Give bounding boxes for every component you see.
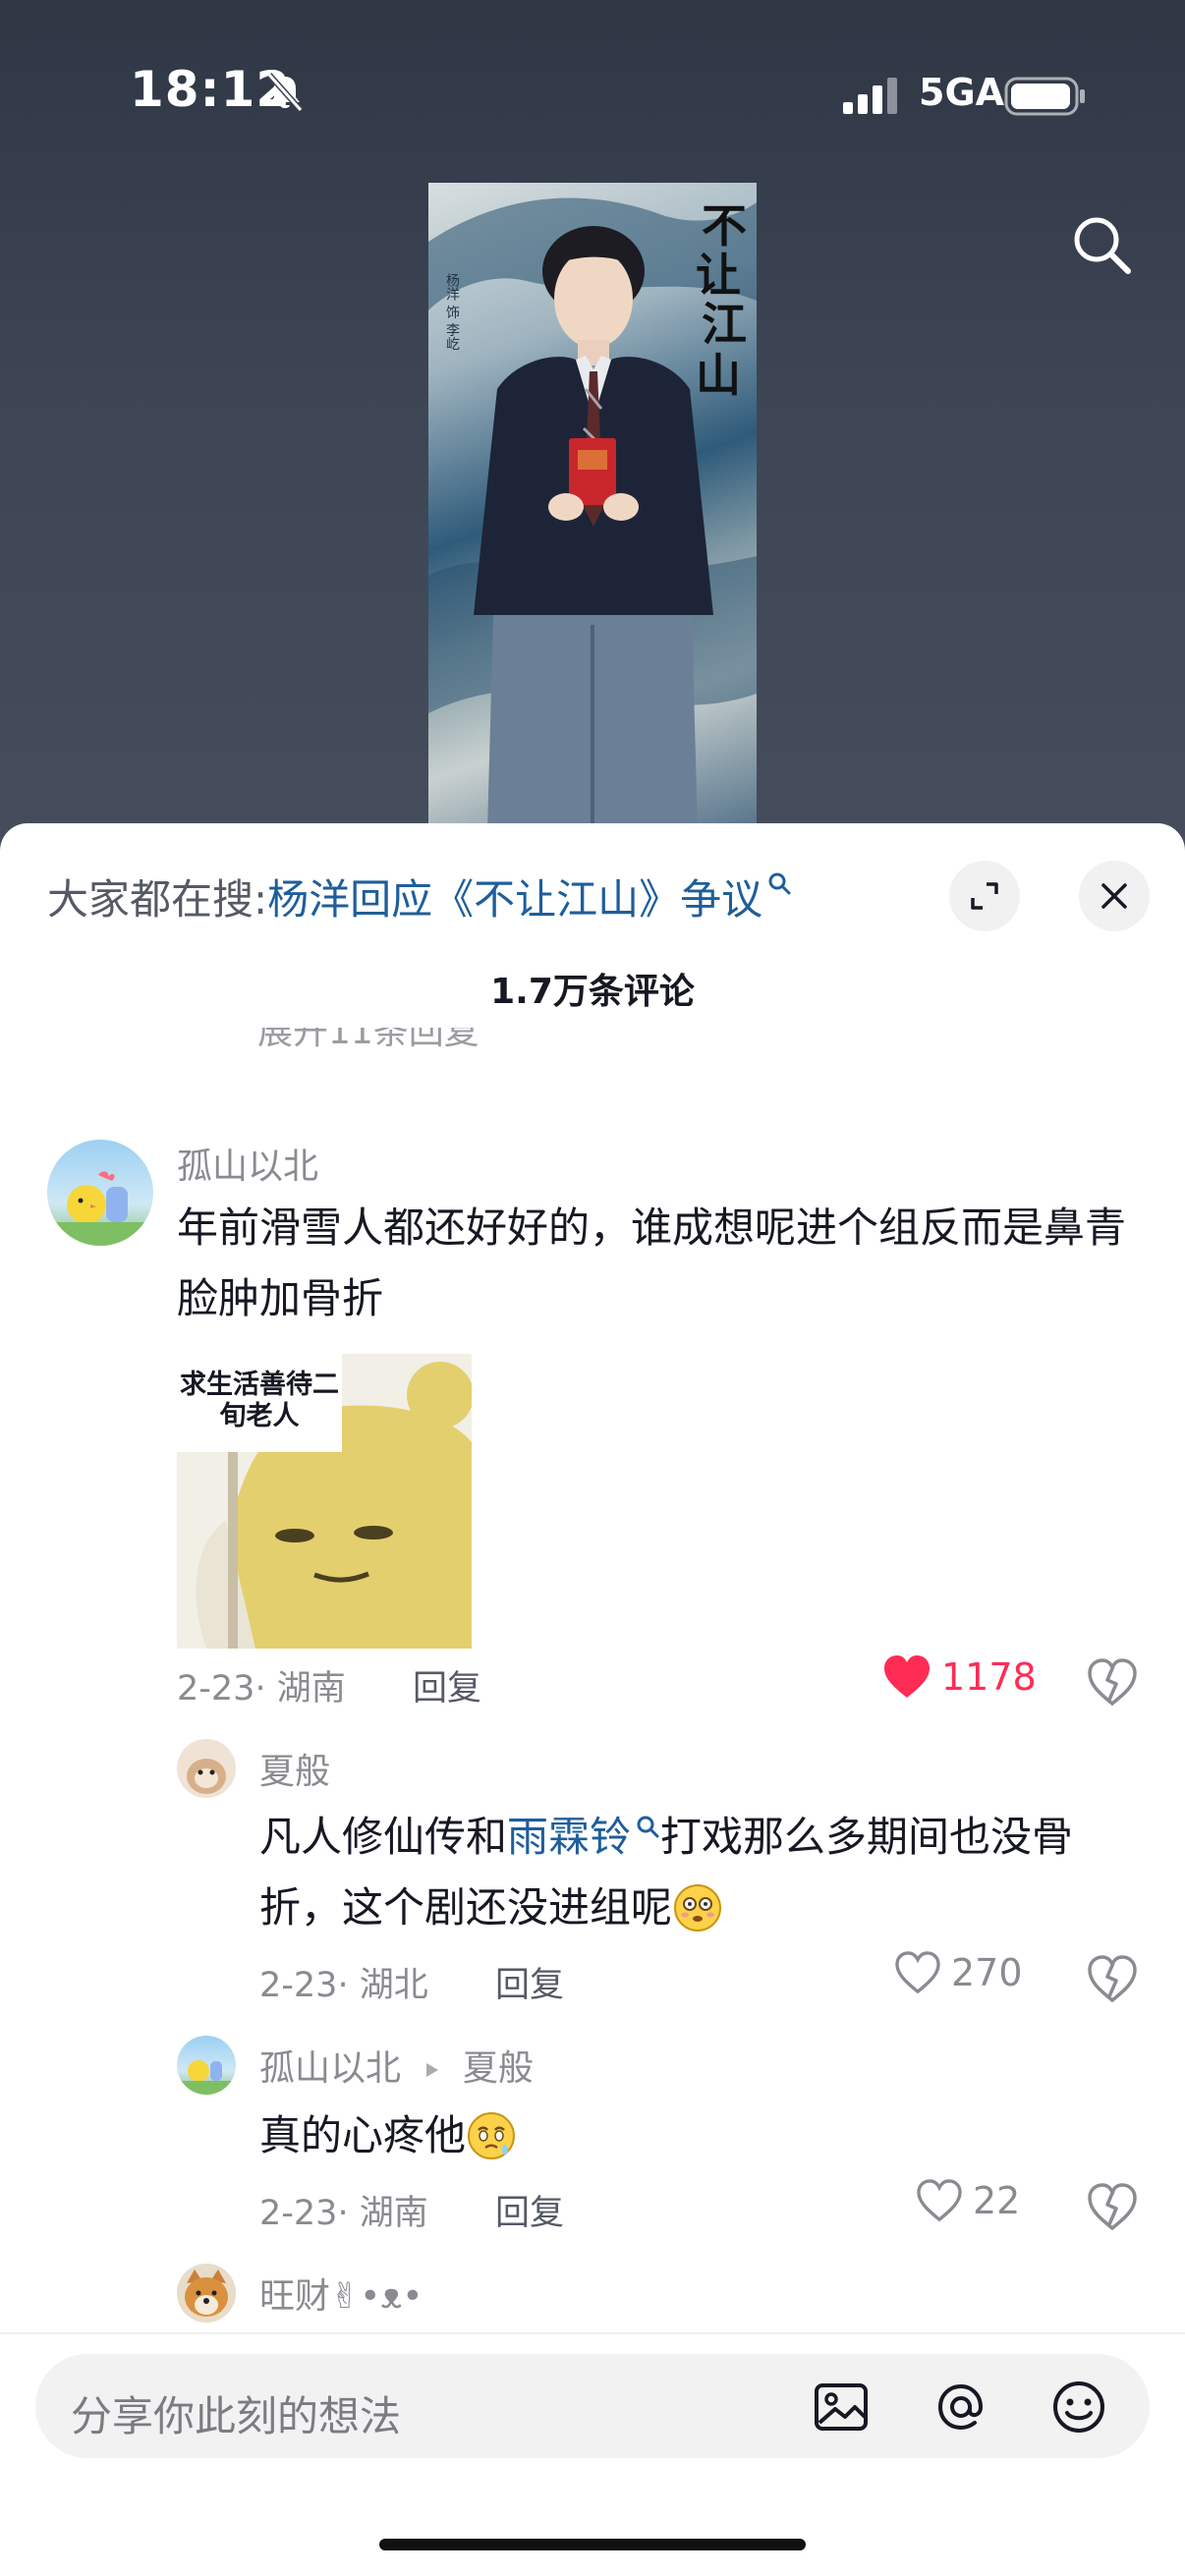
hot-search-prefix: 大家都在搜:: [47, 875, 268, 924]
like-button[interactable]: 1178: [882, 1654, 1037, 1700]
reply-target[interactable]: 夏般: [463, 2048, 534, 2089]
reply-username: 孤山以北 夏般: [259, 2040, 534, 2091]
dislike-icon[interactable]: [1087, 1953, 1138, 2004]
hot-search-term[interactable]: 杨洋回应《不让江山》争议: [267, 875, 762, 924]
svg-text:杨洋 饰 李屹: 杨洋 饰 李屹: [444, 273, 460, 351]
comment-text: 年前滑雪人都还好好的，谁成想呢进个组反而是鼻青脸肿加骨折: [177, 1204, 1127, 1322]
home-indicator[interactable]: [379, 2539, 806, 2550]
battery-icon: [1004, 77, 1085, 116]
reply-button[interactable]: 回复: [495, 1957, 564, 2007]
comment-sheet: 大家都在搜:杨洋回应《不让江山》争议 1.7万条评论 展开11条回复 孤山以北 …: [0, 823, 1185, 2576]
bell-muted-icon: [266, 73, 304, 112]
like-button[interactable]: 22: [916, 2179, 1020, 2222]
small-search-icon: [768, 872, 791, 895]
hot-search-banner[interactable]: 大家都在搜:杨洋回应《不让江山》争议: [47, 867, 792, 926]
reply-avatar[interactable]: [177, 2264, 236, 2323]
comment-username[interactable]: 孤山以北: [177, 1138, 318, 1189]
mention-at-icon[interactable]: [931, 2378, 990, 2436]
avatar-illustration: [47, 1171, 153, 1246]
emoji-icon[interactable]: [1049, 2378, 1108, 2436]
reply-button[interactable]: 回复: [413, 1660, 481, 1710]
comment-meta: 2-23· 湖南: [177, 1669, 346, 1708]
emoji-dazed-icon: [674, 1883, 722, 1932]
reply-text: 真的心疼他: [259, 2100, 1124, 2171]
video-poster: 不 让 江 山 杨洋 饰 李屹: [428, 183, 757, 831]
svg-text:江: 江: [702, 298, 747, 351]
reply-meta: 2-23· 湖南: [259, 2194, 428, 2233]
avatar[interactable]: [47, 1140, 153, 1246]
collapsed-replies-hint[interactable]: 展开11条回复: [257, 1028, 513, 1055]
avatar-illustration: [177, 2060, 236, 2095]
dislike-icon[interactable]: [1087, 2181, 1138, 2232]
avatar-illustration: [187, 1759, 226, 1794]
reply-arrow-icon: [426, 2063, 439, 2077]
image-caption: 求生活善待二旬老人: [177, 1354, 342, 1452]
cellular-signal-icon: [843, 78, 897, 114]
dislike-icon[interactable]: [1087, 1656, 1138, 1708]
small-search-icon: [637, 1816, 659, 1838]
reply-location: 湖北: [359, 1966, 428, 2005]
comment-date: 2-23: [177, 1669, 255, 1708]
avatar-illustration: [185, 2269, 228, 2317]
like-count: 1178: [941, 1655, 1037, 1699]
comment-location: 湖南: [276, 1669, 346, 1708]
expand-icon: [971, 882, 998, 910]
svg-text:山: 山: [696, 349, 741, 402]
image-icon[interactable]: [812, 2378, 871, 2436]
heart-outline-icon: [895, 1951, 940, 1994]
reply-avatar[interactable]: [177, 1739, 236, 1798]
reply-text-part: 真的心疼他: [259, 2111, 467, 2159]
like-count: 270: [951, 1951, 1023, 1994]
status-bar: 18:12 5GA: [0, 0, 1185, 196]
svg-text:让: 让: [696, 249, 741, 302]
heart-filled-icon: [884, 1655, 930, 1698]
like-count: 22: [973, 2179, 1021, 2222]
reply-text: 凡人修仙传和雨霖铃 打戏那么多期间也没骨折，这个剧还没进组呢: [259, 1802, 1124, 1943]
network-type: 5GA: [919, 71, 1005, 114]
reply-author[interactable]: 孤山以北: [259, 2048, 401, 2089]
emoji-teary-icon: [468, 2111, 516, 2159]
comment-input-placeholder: 分享你此刻的想法: [71, 2392, 402, 2440]
reply-meta: 2-23· 湖北: [259, 1966, 428, 2005]
close-button[interactable]: [1079, 861, 1150, 931]
mention-link[interactable]: 雨霖铃: [507, 1813, 631, 1861]
svg-text:不: 不: [702, 199, 747, 252]
comment-input[interactable]: 分享你此刻的想法: [35, 2354, 1150, 2458]
like-button[interactable]: 270: [894, 1951, 1023, 1994]
expand-button[interactable]: [949, 861, 1020, 931]
comment-image[interactable]: 求生活善待二旬老人: [177, 1354, 472, 1649]
reply-username[interactable]: 旺财✌︎•ᴥ•: [259, 2268, 423, 2319]
heart-outline-icon: [917, 2179, 962, 2222]
comment-count: 1.7万条评论: [490, 972, 695, 1012]
reply-date: 2-23: [259, 1966, 338, 2005]
reply-text-part: 凡人修仙传和: [259, 1813, 508, 1861]
video-background[interactable]: 18:12 5GA 不 让 江 山 杨洋 饰 李屹: [0, 0, 1185, 845]
reply-username[interactable]: 夏般: [259, 1743, 330, 1794]
close-icon: [1101, 883, 1127, 909]
search-icon[interactable]: [1069, 212, 1134, 277]
poster-illustration: 不 让 江 山 杨洋 饰 李屹: [428, 197, 757, 831]
reply-date: 2-23: [259, 2194, 338, 2233]
reply-location: 湖南: [359, 2194, 428, 2233]
reply-avatar[interactable]: [177, 2036, 236, 2095]
reply-button[interactable]: 回复: [495, 2185, 564, 2235]
